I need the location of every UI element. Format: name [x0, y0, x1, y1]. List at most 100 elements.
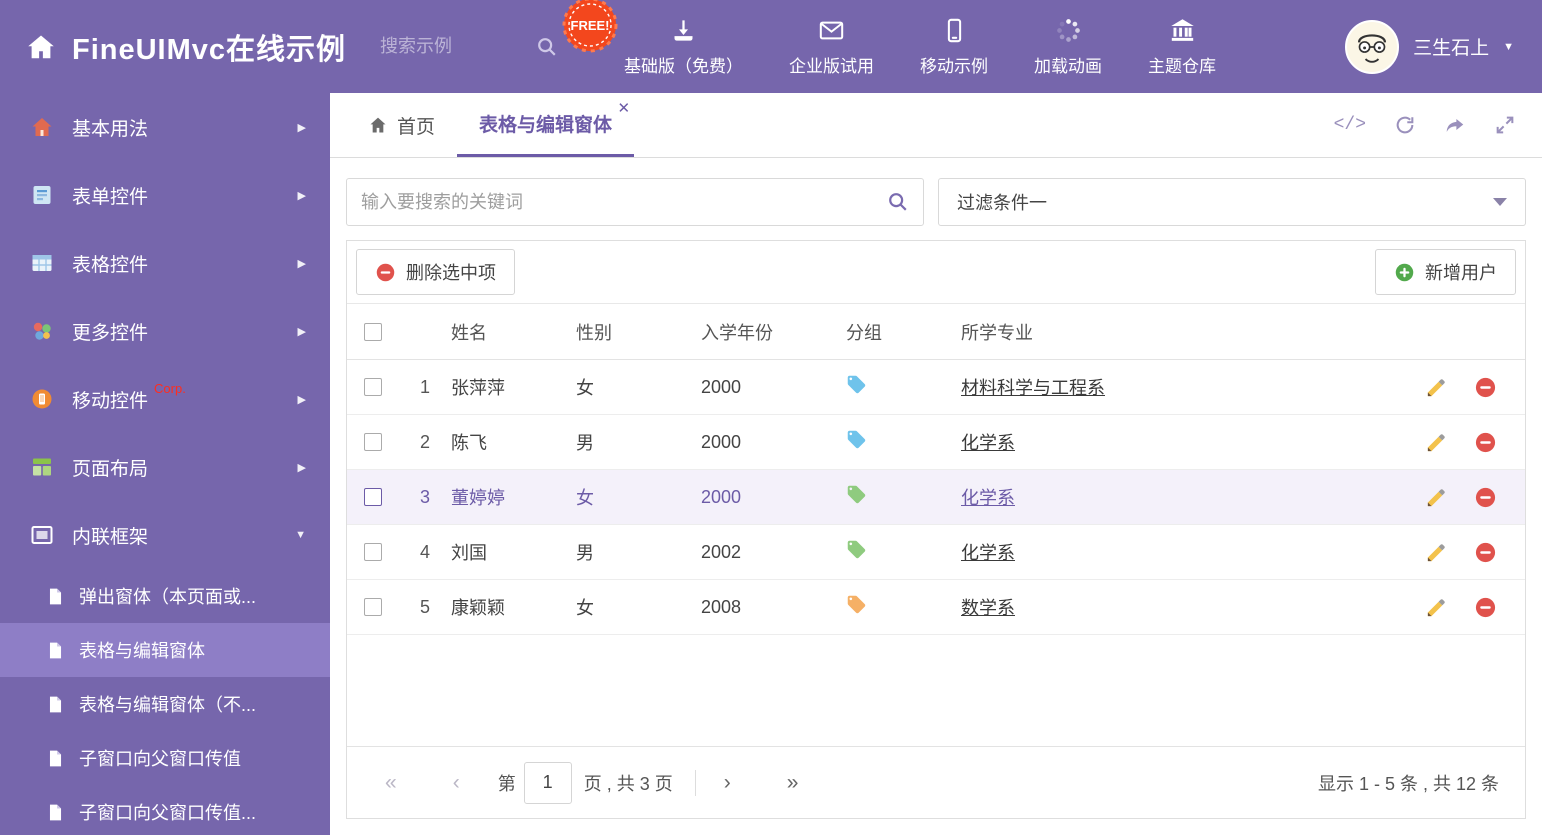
row-checkbox[interactable] — [364, 543, 382, 561]
tab-grid-edit-window[interactable]: 表格与编辑窗体 ✕ — [457, 93, 635, 157]
nav-label: 移动示例 — [920, 56, 989, 76]
page-number-input[interactable] — [523, 761, 572, 804]
major-link[interactable]: 化学系 — [961, 488, 1015, 508]
row-index: 3 — [419, 486, 430, 507]
delete-row-icon[interactable] — [1474, 431, 1497, 454]
sidebar-item-iframe[interactable]: 内联框架 ▼ — [0, 501, 330, 569]
grid-search-input[interactable] — [361, 191, 887, 213]
file-icon — [46, 641, 65, 660]
sidebar-item-page-layout[interactable]: 页面布局 ▶ — [0, 433, 330, 501]
major-link[interactable]: 材料科学与工程系 — [961, 378, 1105, 398]
prev-page-button[interactable]: ‹ — [443, 771, 470, 795]
column-group[interactable]: 分组 — [846, 319, 961, 345]
sidebar-item-grid-controls[interactable]: 表格控件 ▶ — [0, 229, 330, 297]
delete-row-icon[interactable] — [1474, 376, 1497, 399]
column-major[interactable]: 所学专业 — [961, 319, 1405, 345]
sidebar-subitem[interactable]: 子窗口向父窗口传值 — [0, 731, 330, 785]
refresh-icon[interactable] — [1394, 114, 1416, 136]
column-gender[interactable]: 性别 — [576, 319, 701, 345]
next-page-button[interactable]: › — [714, 771, 741, 795]
tag-icon — [846, 539, 867, 560]
mobile-controls-icon — [30, 387, 54, 411]
close-icon[interactable]: ✕ — [617, 101, 630, 116]
major-link[interactable]: 化学系 — [961, 433, 1015, 453]
chevron-right-icon: ▶ — [297, 257, 306, 270]
cell-gender: 男 — [576, 543, 594, 563]
edit-icon[interactable] — [1425, 596, 1448, 619]
table-row[interactable]: 2 陈飞 男 2000 化学系 — [347, 415, 1525, 470]
header-search-input[interactable] — [380, 36, 531, 57]
file-icon — [46, 587, 65, 606]
cell-year: 2002 — [701, 541, 742, 562]
bank-icon — [1169, 17, 1196, 44]
pager-summary: 显示 1 - 5 条 , 共 12 条 — [1317, 773, 1499, 794]
edit-icon[interactable] — [1425, 431, 1448, 454]
sidebar-item-mobile-controls[interactable]: 移动控件 Corp. ▶ — [0, 365, 330, 433]
filter-dropdown[interactable]: 过滤条件一 — [938, 178, 1526, 226]
search-icon[interactable] — [536, 36, 558, 58]
more-controls-icon — [30, 319, 54, 343]
download-icon — [670, 17, 697, 44]
nav-item-mobile-demo[interactable]: 移动示例 — [920, 17, 988, 77]
cell-name: 陈飞 — [451, 433, 487, 453]
sidebar-submenu: 弹出窗体（本页面或... 表格与编辑窗体 表格与编辑窗体（不... 子窗口向父窗… — [0, 569, 330, 835]
table-row[interactable]: 4 刘国 男 2002 化学系 — [347, 525, 1525, 580]
user-menu[interactable]: 三生石上 ▼ — [1345, 19, 1514, 74]
major-link[interactable]: 化学系 — [961, 543, 1015, 563]
sidebar-subitem[interactable]: 表格与编辑窗体 — [0, 623, 330, 677]
delete-row-icon[interactable] — [1474, 596, 1497, 619]
sidebar-item-label: 更多控件 — [72, 322, 149, 344]
delete-selected-button[interactable]: 删除选中项 — [356, 249, 515, 295]
chevron-right-icon: ▶ — [297, 189, 306, 202]
nav-item-basic-edition[interactable]: FREE! 基础版（免费） — [562, 0, 743, 77]
edit-icon[interactable] — [1425, 376, 1448, 399]
row-checkbox[interactable] — [364, 598, 382, 616]
table-row[interactable]: 3 董婷婷 女 2000 化学系 — [347, 470, 1525, 525]
nav-item-loading-animation[interactable]: 加载动画 — [1034, 17, 1102, 77]
home-logo-icon[interactable] — [26, 32, 56, 62]
sidebar-subitem[interactable]: 子窗口向父窗口传值... — [0, 785, 330, 835]
column-name[interactable]: 姓名 — [451, 319, 576, 345]
table-row[interactable]: 5 康颖颖 女 2008 数学系 — [347, 580, 1525, 635]
row-index: 4 — [419, 541, 430, 562]
cell-year: 2008 — [701, 596, 742, 617]
avatar — [1345, 19, 1400, 74]
delete-row-icon[interactable] — [1474, 541, 1497, 564]
cell-year: 2000 — [701, 431, 742, 452]
major-link[interactable]: 数学系 — [961, 598, 1015, 618]
select-all-checkbox[interactable] — [364, 322, 382, 341]
edit-icon[interactable] — [1425, 541, 1448, 564]
first-page-button[interactable]: « — [375, 771, 407, 795]
code-icon[interactable]: </> — [1334, 115, 1366, 135]
sidebar-subitem[interactable]: 弹出窗体（本页面或... — [0, 569, 330, 623]
sidebar-subitem[interactable]: 表格与编辑窗体（不... — [0, 677, 330, 731]
search-icon[interactable] — [887, 191, 909, 213]
chevron-down-icon — [1493, 198, 1507, 206]
delete-row-icon[interactable] — [1474, 486, 1497, 509]
nav-item-theme-repository[interactable]: 主题仓库 — [1148, 17, 1216, 77]
sidebar-subitem-label: 表格与编辑窗体 — [79, 641, 205, 661]
sidebar-item-basic-usage[interactable]: 基本用法 ▶ — [0, 93, 330, 161]
table-row[interactable]: 1 张萍萍 女 2000 材料科学与工程系 — [347, 360, 1525, 415]
row-checkbox[interactable] — [364, 433, 382, 451]
nav-label: 加载动画 — [1034, 56, 1103, 76]
tab-home[interactable]: 首页 — [346, 93, 457, 157]
fullscreen-icon[interactable] — [1494, 114, 1516, 136]
table-body: 1 张萍萍 女 2000 材料科学与工程系 2 陈飞 男 2000 化学系 3 … — [347, 360, 1525, 635]
header-nav: FREE! 基础版（免费） 企业版试用 移动示例 加载动画 主题仓库 — [562, 0, 1216, 77]
chevron-down-icon: ▼ — [1503, 40, 1514, 53]
last-page-button[interactable]: » — [777, 771, 809, 795]
sidebar-item-more-controls[interactable]: 更多控件 ▶ — [0, 297, 330, 365]
edit-icon[interactable] — [1425, 486, 1448, 509]
filter-dropdown-value: 过滤条件一 — [957, 193, 1047, 213]
nav-item-enterprise-trial[interactable]: 企业版试用 — [789, 17, 874, 77]
sidebar-item-form-controls[interactable]: 表单控件 ▶ — [0, 161, 330, 229]
forward-icon[interactable] — [1444, 114, 1466, 136]
column-year[interactable]: 入学年份 — [701, 319, 846, 345]
sidebar-subitem-label: 子窗口向父窗口传值 — [79, 749, 241, 769]
grid-search-box — [346, 178, 924, 226]
add-user-button[interactable]: 新增用户 — [1375, 249, 1516, 295]
row-checkbox[interactable] — [364, 488, 382, 506]
row-checkbox[interactable] — [364, 378, 382, 396]
nav-label: 主题仓库 — [1148, 56, 1217, 76]
